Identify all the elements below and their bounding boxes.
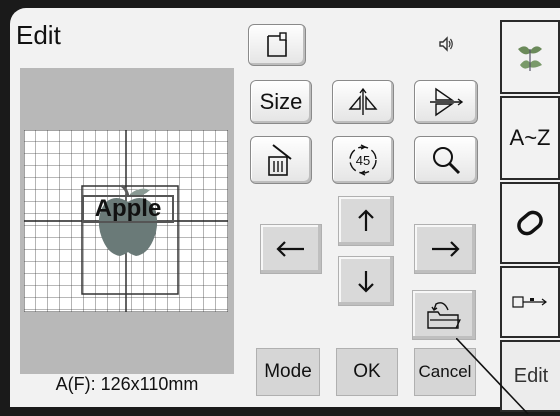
arrow-up-icon [358, 209, 374, 231]
rotate-angle-label: 45 [355, 152, 371, 168]
page-title: Edit [16, 20, 61, 50]
rotate-button[interactable]: 45 [332, 136, 394, 184]
move-down-button[interactable] [338, 256, 394, 306]
speaker-icon[interactable] [438, 36, 454, 52]
mirror-vertical-button[interactable] [332, 80, 394, 124]
delete-button[interactable] [250, 136, 312, 184]
arrow-right-icon [432, 241, 460, 257]
frame-shape-icon [517, 210, 543, 236]
move-up-button[interactable] [338, 196, 394, 246]
ok-button[interactable]: OK [336, 348, 398, 396]
tab-usb[interactable] [500, 266, 560, 338]
folder-return-icon [427, 302, 461, 329]
trash-icon [268, 144, 292, 176]
tab-frame[interactable] [500, 182, 560, 264]
move-right-button[interactable] [414, 224, 476, 274]
magnifier-icon [433, 147, 461, 175]
mode-button[interactable]: Mode [256, 348, 320, 396]
new-layout-button[interactable] [248, 24, 306, 66]
mirror-horizontal-icon [430, 87, 464, 117]
pattern-preview: Apple [20, 68, 234, 374]
size-button[interactable]: Size [250, 80, 312, 124]
arrow-down-icon [358, 271, 374, 293]
stylus-pointer [456, 338, 529, 415]
pattern-text: Apple [82, 195, 174, 223]
size-label: Size [259, 89, 303, 114]
size-readout: A(F): 126x110mm [55, 374, 199, 394]
mirror-vertical-icon [348, 87, 378, 115]
tab-alphabet[interactable]: A~Z [500, 96, 560, 180]
embroidery-pattern-icon [518, 46, 542, 71]
memory-button[interactable] [412, 290, 476, 340]
mirror-horizontal-button[interactable] [414, 80, 478, 124]
move-left-button[interactable] [260, 224, 322, 274]
zoom-button[interactable] [414, 136, 478, 184]
page-icon [267, 32, 287, 57]
arrow-left-icon [276, 241, 304, 257]
usb-icon [512, 296, 547, 308]
tab-alphabet-label: A~Z [509, 125, 551, 150]
tab-patterns[interactable] [500, 20, 560, 94]
